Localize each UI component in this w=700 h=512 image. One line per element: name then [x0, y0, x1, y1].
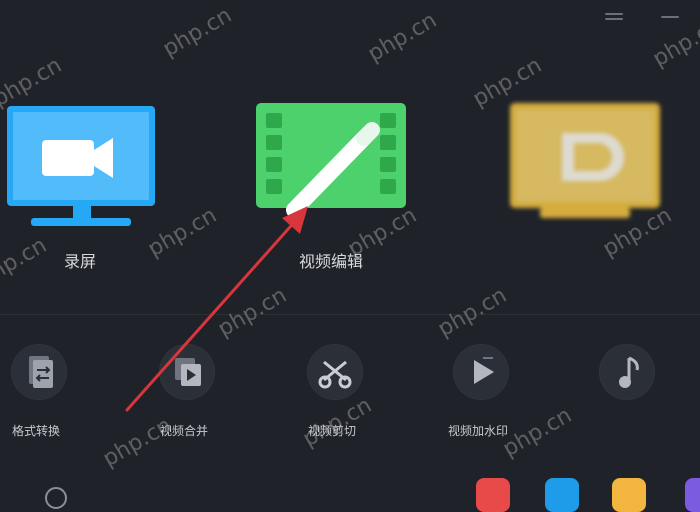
film-pen-icon	[256, 103, 406, 218]
help-icon[interactable]	[45, 487, 67, 509]
monitor-camera-icon	[7, 106, 155, 226]
scissors-icon	[307, 344, 363, 400]
watermark-text: php.cn	[213, 282, 292, 343]
feature-third[interactable]	[500, 98, 670, 288]
video-merge-icon	[159, 344, 215, 400]
screen-app-icon[interactable]	[545, 478, 579, 512]
tool-label-video-watermark: 视频加水印	[447, 424, 508, 438]
tool-video-merge[interactable]: 视频合并	[134, 344, 234, 439]
menu-icon[interactable]	[602, 10, 626, 24]
purple-app-icon[interactable]	[685, 478, 700, 512]
tool-video-watermark[interactable]: 视频加水印	[428, 344, 528, 439]
feature-label-record: 录屏	[63, 252, 96, 271]
tool-music[interactable]	[574, 344, 674, 439]
tool-video-cut[interactable]: 视频剪切	[282, 344, 382, 439]
red-app-icon[interactable]	[476, 478, 510, 512]
watermark-text: php.cn	[433, 282, 512, 343]
tool-format-convert[interactable]: 格式转换	[0, 344, 86, 439]
tool-label-video-merge: 视频合并	[159, 424, 208, 438]
music-note-icon	[599, 344, 655, 400]
section-divider	[0, 314, 700, 315]
tool-label-video-cut: 视频剪切	[307, 424, 356, 438]
monitor-logo-icon	[510, 103, 660, 218]
chart-app-icon[interactable]	[612, 478, 646, 512]
tool-label-format-convert: 格式转换	[11, 424, 60, 438]
format-convert-icon	[11, 344, 67, 400]
minimize-icon[interactable]	[658, 10, 682, 24]
play-watermark-icon	[453, 344, 509, 400]
title-bar	[0, 0, 700, 40]
feature-screen-record[interactable]: 录屏	[0, 98, 165, 288]
feature-video-edit[interactable]: 视频编辑	[246, 98, 416, 288]
feature-label-edit: 视频编辑	[298, 252, 363, 271]
